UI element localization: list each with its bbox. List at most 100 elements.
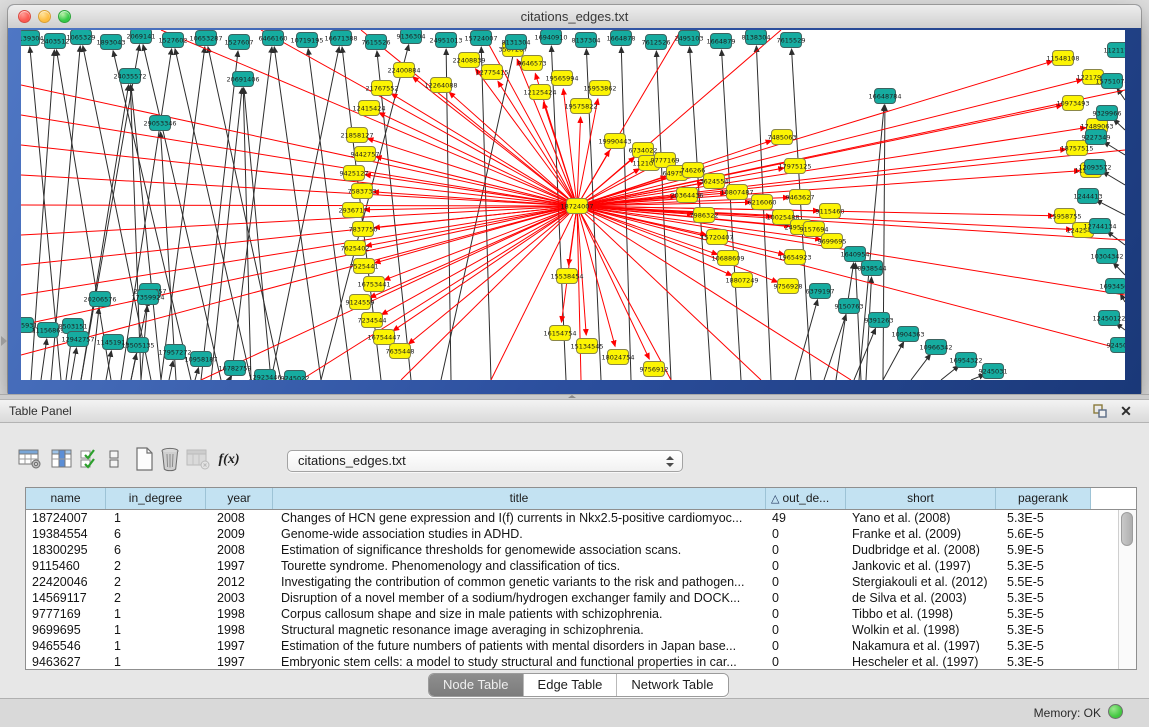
graph-node[interactable]: 16648784 [868, 89, 901, 104]
graph-node[interactable]: 9245031 [979, 364, 1008, 379]
graph-node[interactable]: 6216060 [748, 195, 777, 210]
citation-edge[interactable] [161, 132, 176, 380]
table-cell[interactable]: 0 [766, 622, 846, 638]
table-cell[interactable]: 2003 [206, 590, 273, 606]
table-cell[interactable]: Disruption of a novel member of a sodium… [273, 590, 766, 606]
graph-node[interactable]: 16940910 [534, 30, 567, 45]
graph-node[interactable]: 1121172 [1104, 43, 1125, 58]
table-row[interactable]: 1938455462009Genome-wide association stu… [26, 526, 1136, 542]
toggle-view-button[interactable] [104, 446, 124, 474]
table-cell[interactable]: 0 [766, 558, 846, 574]
graph-node[interactable]: 22408839 [452, 53, 485, 68]
table-cell[interactable]: 22420046 [26, 574, 106, 590]
graph-node[interactable]: 20206576 [83, 292, 116, 307]
citation-edge[interactable] [71, 348, 76, 380]
graph-node[interactable]: 7612526 [642, 35, 671, 50]
graph-node[interactable]: 19654923 [778, 250, 811, 265]
table-cell[interactable]: Structural magnetic resonance image aver… [273, 622, 766, 638]
graph-node[interactable]: 7234544 [358, 313, 387, 328]
graph-node[interactable]: 2936717 [339, 203, 368, 218]
graph-node[interactable]: 7625402 [341, 241, 370, 256]
graph-node[interactable]: 9442757 [351, 147, 380, 162]
table-cell[interactable]: 1998 [206, 622, 273, 638]
float-panel-icon[interactable] [1091, 403, 1109, 420]
column-header-title[interactable]: title [273, 488, 766, 509]
graph-node[interactable]: 9756912 [640, 362, 669, 377]
graph-node[interactable]: 18024754 [601, 350, 634, 365]
graph-node[interactable]: 9124559 [346, 295, 375, 310]
citation-edge[interactable] [561, 206, 577, 322]
citation-edge[interactable] [195, 368, 199, 380]
graph-node[interactable]: 9245022 [281, 371, 310, 381]
table-cell[interactable]: Yano et al. (2008) [846, 510, 996, 526]
tab-node-table[interactable]: Node Table [429, 674, 524, 696]
create-table-button[interactable] [130, 446, 158, 474]
citation-edge[interactable] [21, 145, 577, 206]
graph-node[interactable]: 1640954 [841, 247, 870, 262]
table-row[interactable]: 1456911722003Disruption of a novel membe… [26, 590, 1136, 606]
citation-edge[interactable] [83, 46, 151, 380]
graph-node[interactable]: 3624554 [700, 174, 729, 189]
graph-node[interactable]: 15720407 [700, 230, 733, 245]
table-row[interactable]: 2242004622012Investigating the contribut… [26, 574, 1136, 590]
citation-edge[interactable] [21, 205, 577, 206]
table-cell[interactable]: Hescheler et al. (1997) [846, 654, 996, 670]
citation-edge[interactable] [175, 49, 251, 380]
graph-node[interactable]: 9136304 [397, 30, 426, 44]
table-cell[interactable]: 0 [766, 606, 846, 622]
table-cell[interactable]: Wolkin et al. (1998) [846, 622, 996, 638]
hidden-panel-arrow-icon[interactable] [1, 336, 7, 346]
close-panel-icon[interactable]: ✕ [1117, 403, 1135, 420]
citation-edge[interactable] [121, 49, 172, 380]
citation-edge[interactable] [854, 328, 876, 380]
citation-edge[interactable] [21, 206, 577, 235]
table-cell[interactable]: 0 [766, 574, 846, 590]
table-cell[interactable]: 49 [766, 510, 846, 526]
citation-edge[interactable] [169, 361, 173, 380]
citation-edge[interactable] [384, 206, 577, 280]
graph-node[interactable]: 2495103 [675, 31, 704, 46]
graph-node[interactable]: 22400884 [387, 63, 420, 78]
table-cell[interactable]: Genome-wide association studies in ADHD. [273, 526, 766, 542]
graph-node[interactable]: 9115460 [816, 204, 845, 219]
table-cell[interactable]: Tibbo et al. (1998) [846, 606, 996, 622]
citation-edge[interactable] [883, 105, 885, 380]
table-cell[interactable]: Investigating the contribution of common… [273, 574, 766, 590]
table-row[interactable]: 946362711997Embryonic stem cells: a mode… [26, 654, 1136, 670]
graph-node[interactable]: 12923446 [248, 370, 281, 381]
citation-edge[interactable] [113, 51, 191, 380]
table-cell[interactable]: 2008 [206, 542, 273, 558]
select-columns-button[interactable] [48, 446, 76, 474]
graph-node[interactable]: 10653287 [189, 31, 222, 46]
graph-node[interactable]: 7615529 [777, 33, 806, 48]
table-cell[interactable]: 9777169 [26, 606, 106, 622]
import-table-button[interactable] [184, 446, 212, 474]
table-cell[interactable]: 9115460 [26, 558, 106, 574]
graph-node[interactable]: 12450122 [1092, 311, 1125, 326]
citation-edge[interactable] [577, 206, 1125, 240]
table-cell[interactable]: 5.6E-5 [996, 526, 1091, 542]
table-cell[interactable]: 2009 [206, 526, 273, 542]
citation-edge[interactable] [131, 354, 136, 380]
citation-edge[interactable] [1107, 231, 1125, 245]
table-cell[interactable]: 5.5E-5 [996, 574, 1091, 590]
graph-node[interactable]: 8137304 [572, 33, 601, 48]
table-row[interactable]: 977716911998Corpus callosum shape and si… [26, 606, 1136, 622]
table-cell[interactable]: Jankovic et al. (1997) [846, 558, 996, 574]
citation-edge[interactable] [836, 263, 854, 380]
citation-edge[interactable] [401, 206, 577, 380]
citation-edge[interactable] [365, 175, 577, 206]
table-cell[interactable]: 2 [106, 590, 206, 606]
table-cell[interactable]: 1997 [206, 654, 273, 670]
table-cell[interactable]: 18724007 [26, 510, 106, 526]
table-cell[interactable]: 0 [766, 542, 846, 558]
graph-node[interactable]: 16154754 [543, 326, 576, 341]
graph-node[interactable]: 1065329 [67, 30, 96, 45]
delete-table-button[interactable] [156, 446, 184, 474]
table-row[interactable]: 1872400712008Changes of HCN gene express… [26, 510, 1136, 526]
table-cell[interactable]: 2012 [206, 574, 273, 590]
column-header-pagerank[interactable]: pagerank [996, 488, 1091, 509]
citation-edge[interactable] [21, 206, 577, 355]
table-cell[interactable]: 5.3E-5 [996, 654, 1091, 670]
scrollbar-thumb[interactable] [1121, 512, 1133, 546]
